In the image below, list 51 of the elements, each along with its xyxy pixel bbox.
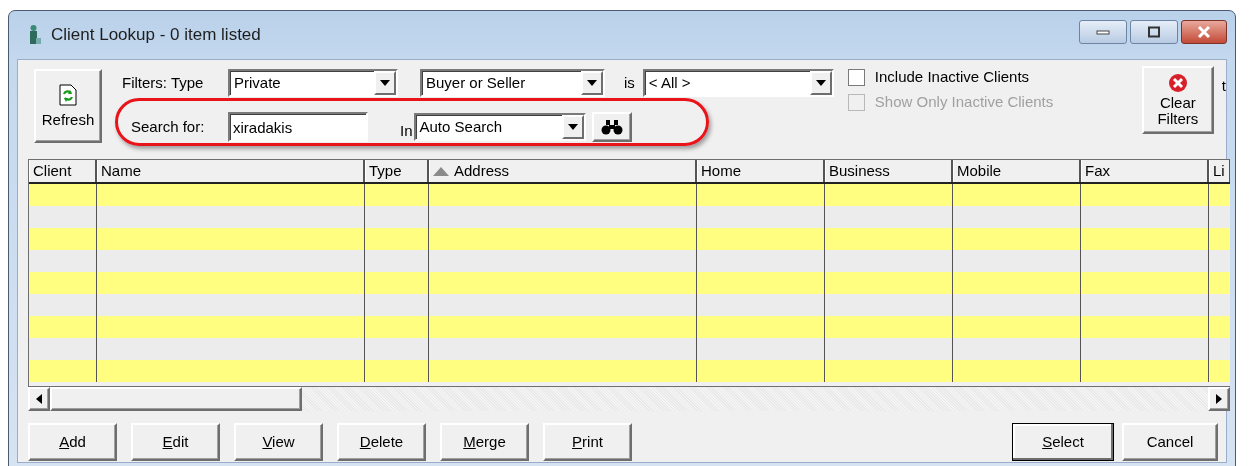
checkbox-label: Include Inactive Clients	[874, 67, 1030, 88]
action-button[interactable]: Merge	[440, 423, 529, 461]
checkbox-label: Show Only Inactive Clients	[874, 92, 1054, 113]
window-title: Client Lookup - 0 item listed	[51, 24, 261, 47]
action-button[interactable]: Print	[543, 423, 632, 461]
scroll-right-button[interactable]	[1208, 387, 1230, 411]
action-button[interactable]: View	[234, 423, 323, 461]
is-label: is	[624, 72, 635, 93]
type-dropdown[interactable]: Private	[228, 69, 398, 97]
in-label: In	[400, 120, 413, 141]
dropdown-arrow-icon	[567, 124, 578, 130]
scroll-left-button[interactable]	[28, 387, 50, 411]
column-header[interactable]: Fax	[1081, 160, 1209, 182]
maximize-button[interactable]	[1130, 20, 1178, 44]
filters-label: Filters: Type	[122, 72, 205, 93]
role-dropdown[interactable]: Buyer or Seller	[420, 69, 605, 97]
binoculars-icon	[600, 119, 623, 135]
checkbox[interactable]	[847, 69, 865, 86]
maximize-icon	[1147, 26, 1161, 38]
close-icon	[1196, 25, 1212, 39]
clear-filters-button[interactable]: Clear Filters	[1141, 66, 1214, 134]
dropdown-arrow-icon	[380, 80, 390, 86]
column-header[interactable]: Mobile	[953, 160, 1081, 182]
action-button[interactable]: Cancel	[1122, 423, 1218, 461]
column-header[interactable]: Type	[365, 160, 429, 182]
column-header[interactable]: Address	[429, 160, 697, 182]
column-header[interactable]: Business	[825, 160, 953, 182]
search-in-dropdown[interactable]: Auto Search	[413, 113, 586, 141]
action-button[interactable]: Delete	[337, 423, 426, 461]
action-button[interactable]: Add	[28, 423, 117, 461]
refresh-icon	[59, 83, 77, 106]
column-header[interactable]: Client	[29, 160, 97, 182]
dropdown-arrow-icon	[815, 80, 826, 86]
scrollbar-thumb[interactable]	[50, 387, 302, 411]
action-button[interactable]: Edit	[131, 423, 220, 461]
dropdown-arrow-icon	[587, 80, 597, 86]
minimize-icon	[1096, 29, 1110, 35]
action-button[interactable]: Select	[1012, 423, 1114, 461]
cut-label: t	[1221, 76, 1226, 96]
search-label: Search for:	[131, 116, 206, 137]
right-arrow-icon	[1216, 394, 1222, 404]
column-header[interactable]: Home	[697, 160, 825, 182]
clear-icon	[1167, 72, 1188, 93]
value-dropdown[interactable]: < All >	[642, 69, 834, 97]
left-arrow-icon	[36, 394, 42, 404]
close-button[interactable]	[1181, 20, 1227, 44]
column-header[interactable]: Name	[97, 160, 365, 182]
search-button[interactable]	[591, 112, 632, 142]
search-field[interactable]: xiradakis	[228, 112, 368, 142]
refresh-button[interactable]: Refresh	[34, 69, 102, 143]
column-header[interactable]: Li	[1209, 160, 1230, 182]
